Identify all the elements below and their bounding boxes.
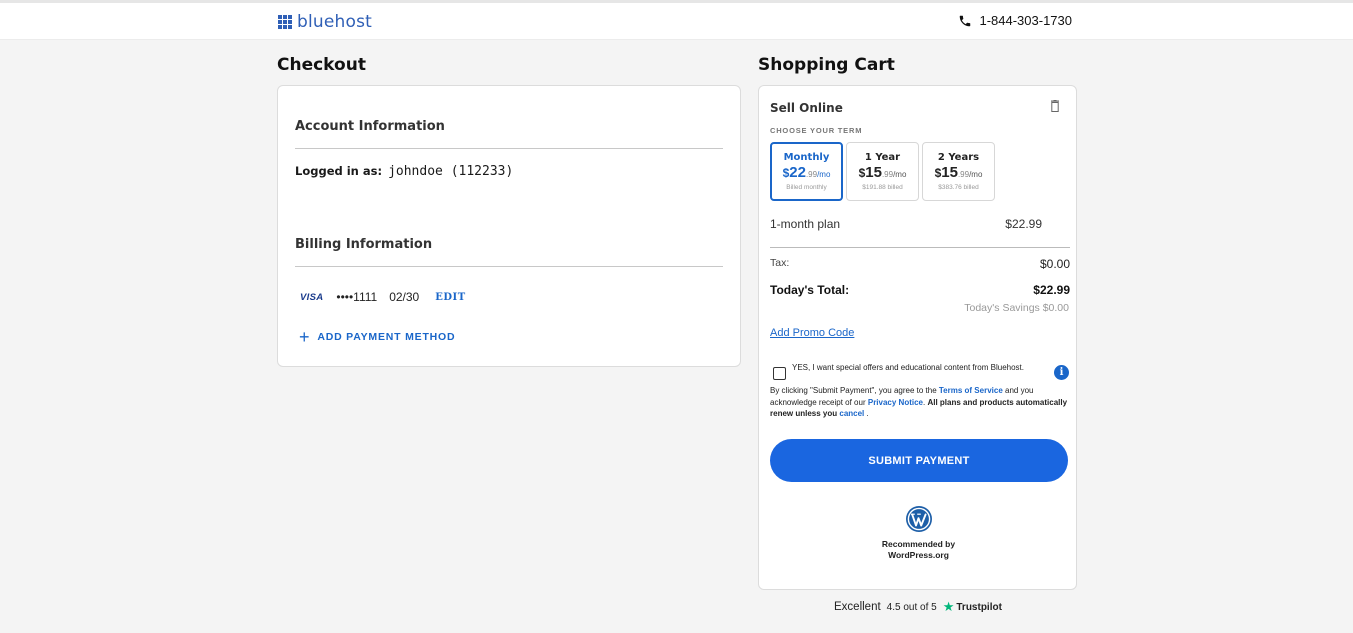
- account-information-heading: Account Information: [295, 119, 445, 134]
- term-billing-note: $383.76 billed: [938, 184, 979, 191]
- terms-of-service-link[interactable]: Terms of Service: [939, 386, 1003, 395]
- checkout-card: Account Information Logged in as: johndo…: [277, 85, 741, 367]
- visa-icon: VISA: [300, 291, 324, 303]
- term-option-2-years[interactable]: 2 Years $15.99/mo $383.76 billed: [922, 142, 995, 201]
- card-expiry: 02/30: [389, 290, 420, 304]
- bluehost-logo[interactable]: bluehost: [278, 12, 372, 32]
- trash-icon[interactable]: [1050, 100, 1060, 112]
- divider: [770, 247, 1070, 248]
- term-billing-note: $191.88 billed: [862, 184, 903, 191]
- shopping-cart-card: Sell Online CHOOSE YOUR TERM Monthly $22…: [758, 85, 1077, 590]
- tax-label: Tax:: [770, 257, 790, 269]
- special-offers-label: YES, I want special offers and education…: [792, 363, 1024, 372]
- wordpress-recommendation: Recommended by WordPress.org: [759, 505, 1078, 561]
- choose-term-label: CHOOSE YOUR TERM: [770, 126, 863, 135]
- add-promo-code-link[interactable]: Add Promo Code: [770, 327, 854, 339]
- star-icon: ★: [942, 599, 955, 614]
- phone-icon: [960, 15, 971, 26]
- trustpilot-rating-word: Excellent: [834, 601, 881, 613]
- add-payment-method-button[interactable]: + ADD PAYMENT METHOD: [299, 328, 455, 346]
- plan-price: $22.99: [1005, 217, 1042, 231]
- brand-name: bluehost: [297, 12, 373, 32]
- add-payment-label: ADD PAYMENT METHOD: [317, 331, 456, 343]
- top-bar: bluehost 1-844-303-1730: [0, 0, 1353, 40]
- submit-payment-button[interactable]: SUBMIT PAYMENT: [770, 439, 1068, 482]
- logged-in-user: johndoe (112233): [388, 164, 514, 179]
- wordpress-line-1: Recommended by: [881, 539, 956, 549]
- total-row: Today's Total: $22.99: [770, 283, 1070, 297]
- savings-text: Today's Savings $0.00: [964, 302, 1069, 314]
- total-value: $22.99: [1033, 283, 1070, 297]
- tax-row: Tax: $0.00: [770, 257, 1070, 271]
- plus-icon: +: [299, 327, 311, 347]
- info-icon[interactable]: i: [1054, 365, 1069, 380]
- wordpress-line-2: WordPress.org: [888, 550, 949, 560]
- total-label: Today's Total:: [770, 283, 850, 297]
- card-number: ••••1111: [336, 290, 378, 304]
- trustpilot-widget[interactable]: Excellent 4.5 out of 5 ★ Trustpilot: [834, 599, 1002, 615]
- billing-information-heading: Billing Information: [295, 237, 433, 252]
- product-name: Sell Online: [770, 101, 843, 115]
- saved-card-row: VISA ••••1111 02/30 EDIT: [300, 290, 466, 304]
- phone-link[interactable]: 1-844-303-1730: [958, 13, 1072, 28]
- term-name: Monthly: [783, 152, 830, 163]
- term-name: 1 Year: [864, 152, 901, 163]
- tax-value: $0.00: [1039, 257, 1070, 271]
- edit-card-button[interactable]: EDIT: [435, 292, 465, 303]
- logged-in-row: Logged in as: johndoe (112233): [295, 164, 513, 179]
- term-price: $15.99/mo: [858, 164, 907, 181]
- plan-label: 1-month plan: [770, 217, 841, 231]
- term-option-monthly[interactable]: Monthly $22.99/mo Billed monthly: [770, 142, 843, 201]
- trustpilot-score: 4.5 out of 5: [886, 601, 937, 613]
- divider: [295, 266, 723, 267]
- checkout-title: Checkout: [277, 55, 366, 75]
- term-price: $15.99/mo: [934, 164, 983, 181]
- special-offers-checkbox[interactable]: [773, 367, 786, 380]
- shopping-cart-title: Shopping Cart: [758, 55, 895, 75]
- term-option-1-year[interactable]: 1 Year $15.99/mo $191.88 billed: [846, 142, 919, 201]
- term-name: 2 Years: [937, 152, 980, 163]
- phone-number: 1-844-303-1730: [979, 13, 1072, 28]
- legal-text: By clicking "Submit Payment", you agree …: [770, 386, 1068, 418]
- term-price: $22.99/mo: [782, 164, 831, 181]
- trustpilot-brand: ★ Trustpilot: [943, 599, 1002, 615]
- wordpress-icon: [905, 506, 932, 532]
- plan-row: 1-month plan $22.99: [770, 217, 1042, 231]
- term-options: Monthly $22.99/mo Billed monthly 1 Year …: [770, 142, 995, 201]
- divider: [295, 148, 723, 149]
- trustpilot-name: Trustpilot: [956, 601, 1002, 613]
- privacy-notice-link[interactable]: Privacy Notice: [868, 398, 923, 407]
- logged-in-label: Logged in as:: [295, 164, 383, 178]
- term-billing-note: Billed monthly: [786, 184, 827, 191]
- bluehost-grid-icon: [278, 15, 292, 29]
- cancel-link[interactable]: cancel: [839, 409, 864, 418]
